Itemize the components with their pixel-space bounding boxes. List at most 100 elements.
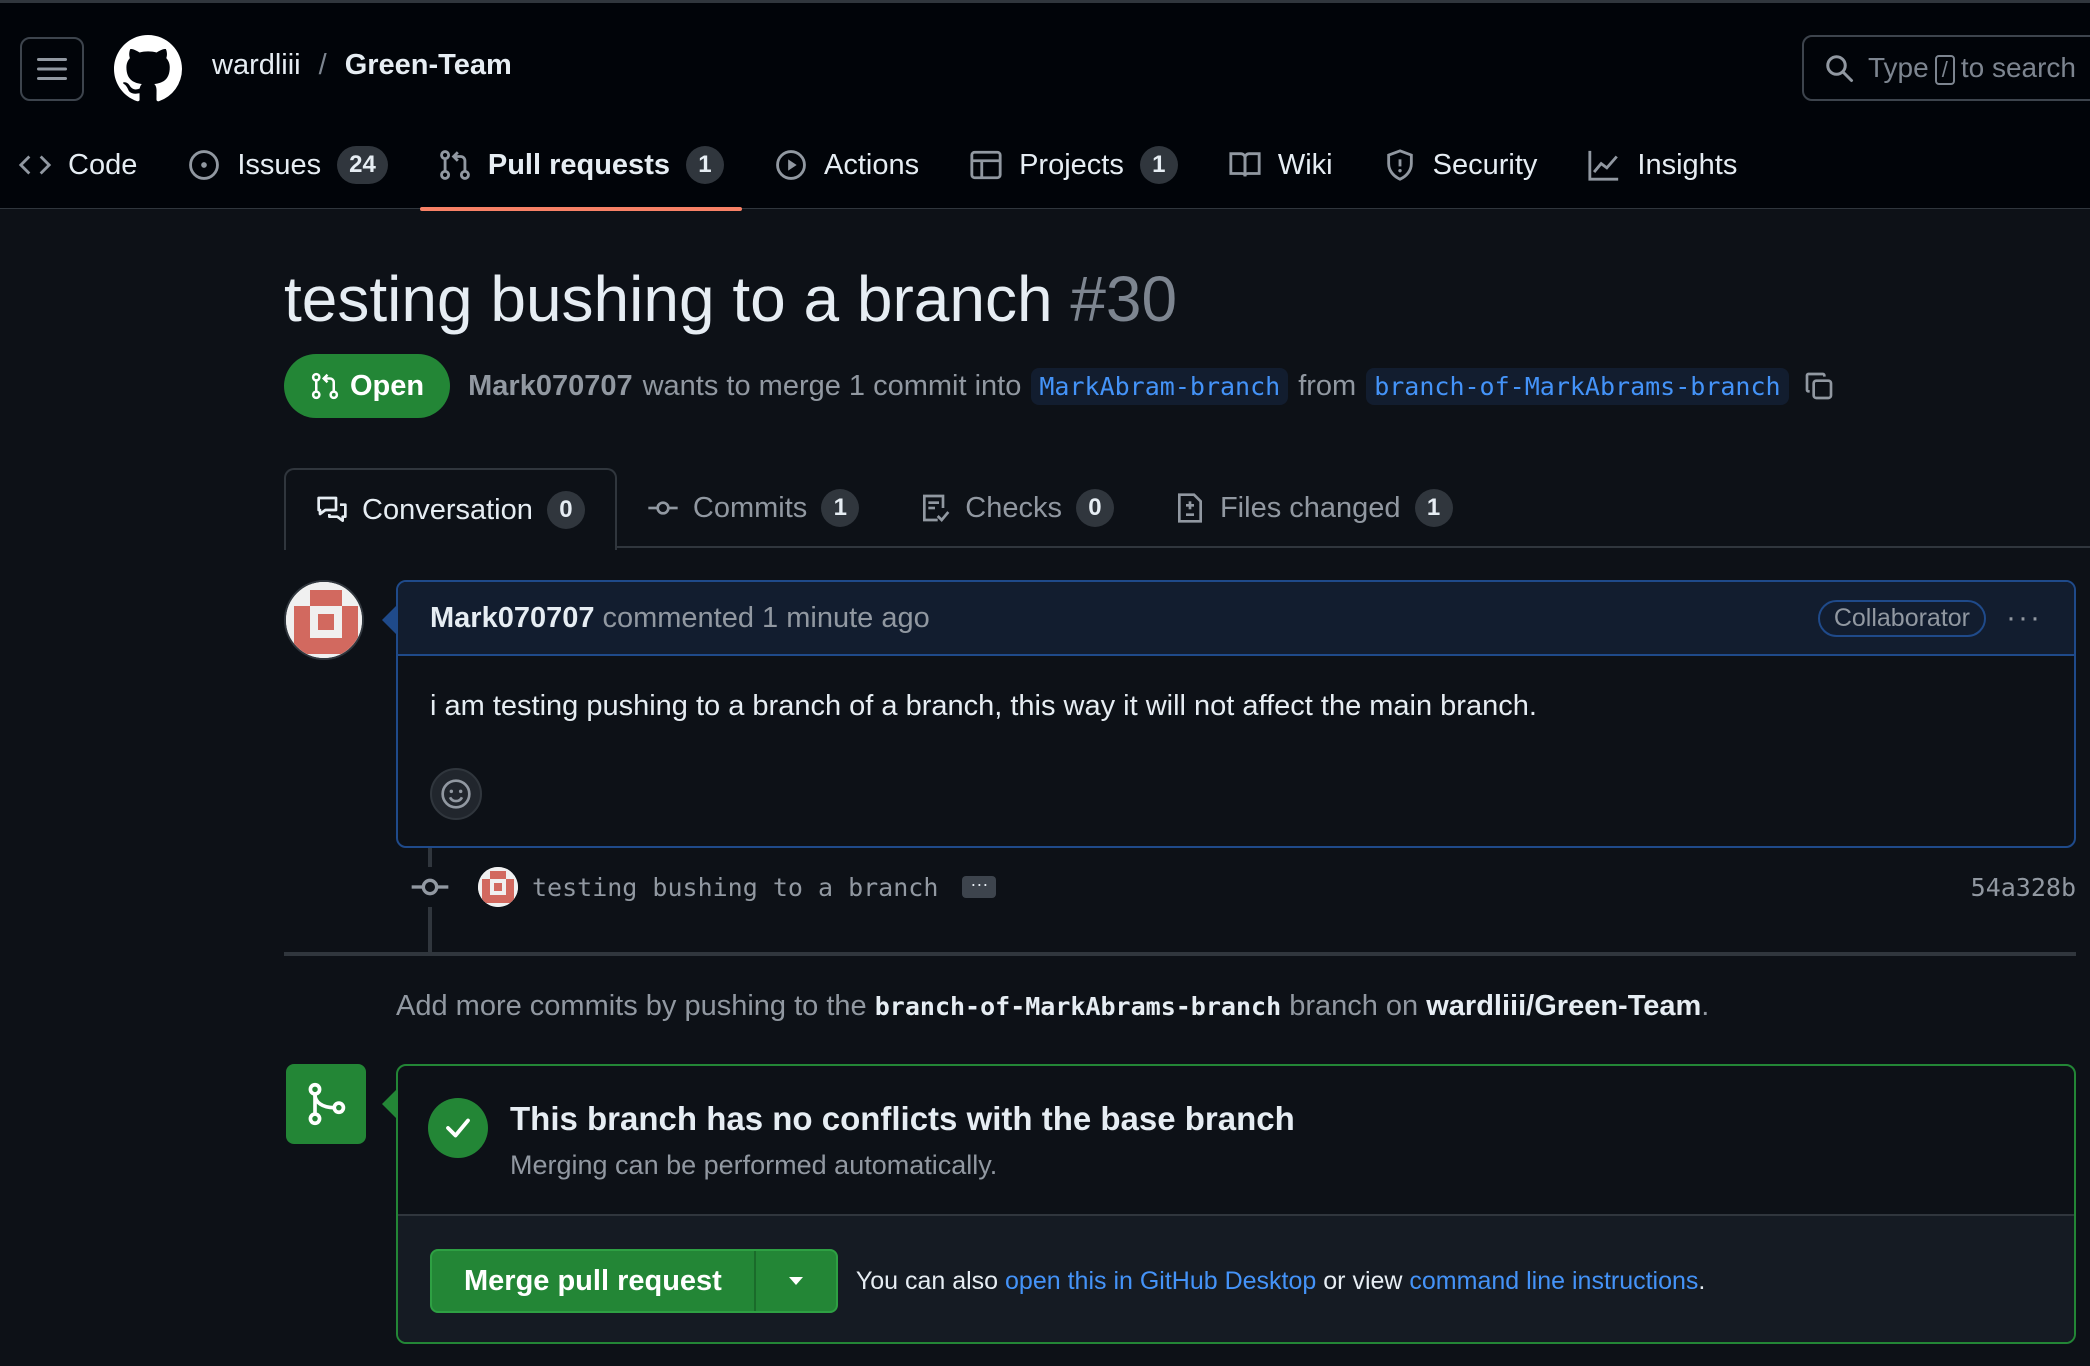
code-icon (18, 155, 52, 175)
checks-count-badge: 0 (1075, 489, 1114, 527)
shield-icon (1386, 149, 1413, 181)
tab-projects[interactable]: Projects 1 (951, 135, 1196, 195)
triangle-down-icon (788, 1277, 803, 1285)
identicon-icon (478, 867, 518, 907)
breadcrumb: wardliii / Green-Team (212, 49, 512, 82)
three-bars-icon (37, 58, 67, 80)
github-logo-icon[interactable] (114, 35, 182, 103)
copy-icon[interactable] (1803, 370, 1835, 402)
comment-options-button[interactable]: ··· (2006, 601, 2042, 635)
page-title: testing bushing to a branch #30 (284, 262, 1177, 336)
tab-conversation-label: Conversation (362, 493, 533, 526)
tab-files-changed-label: Files changed (1219, 491, 1401, 524)
tab-conversation[interactable]: Conversation 0 (284, 468, 617, 550)
merge-status-icon-box (286, 1064, 366, 1144)
merge-description: wants to merge 1 commit into (642, 369, 1022, 402)
tab-files-changed[interactable]: Files changed 1 (1144, 468, 1483, 548)
pr-title-text: testing bushing to a branch (284, 263, 1053, 335)
play-icon (776, 150, 806, 180)
git-commit-icon (648, 501, 678, 515)
pull-requests-count-badge: 1 (685, 146, 724, 184)
git-merge-icon (308, 1082, 346, 1126)
pr-author-link[interactable]: Mark070707 (468, 370, 632, 403)
status-label: Open (350, 369, 425, 402)
global-header: wardliii / Green-Team Type / to search Cod… (0, 0, 2090, 211)
issue-opened-icon (189, 150, 220, 180)
open-in-desktop-link[interactable]: open this in GitHub Desktop (1005, 1267, 1316, 1295)
merge-status-title: This branch has no conflicts with the ba… (510, 1100, 1295, 1137)
tab-commits[interactable]: Commits 1 (617, 468, 889, 548)
table-icon (970, 150, 1002, 180)
comment-discussion-icon (317, 496, 347, 522)
conversation-count-badge: 0 (546, 491, 585, 529)
file-diff-icon (1177, 493, 1202, 523)
commits-count-badge: 1 (821, 489, 860, 527)
merge-hint-prefix: You can also (855, 1266, 999, 1295)
comment-author-link[interactable]: Mark070707 (430, 602, 594, 635)
merge-caret (382, 1090, 396, 1118)
pr-tabs: Conversation 0 Commits 1 Checks 0 Files … (284, 468, 2090, 550)
commit-sha-link[interactable]: 54a328b (1971, 873, 2076, 902)
commit-author-avatar[interactable] (478, 867, 518, 907)
push-note-branch: branch-of-MarkAbrams-branch (874, 992, 1282, 1021)
add-reaction-button[interactable] (430, 768, 482, 820)
tab-actions[interactable]: Actions (756, 135, 937, 195)
search-placeholder: Type / to search (1868, 51, 2076, 85)
merge-pull-request-button[interactable]: Merge pull request (432, 1251, 754, 1311)
tab-commits-label: Commits (692, 491, 808, 524)
tab-checks[interactable]: Checks 0 (889, 468, 1144, 548)
identicon-icon (286, 582, 362, 658)
book-icon (1229, 152, 1261, 177)
tab-insights-label: Insights (1637, 148, 1738, 181)
tab-insights[interactable]: Insights (1569, 135, 1755, 195)
head-branch-link[interactable]: branch-of-MarkAbrams-branch (1366, 367, 1789, 405)
tab-wiki-label: Wiki (1277, 148, 1333, 181)
expand-commit-button[interactable]: ··· (962, 875, 997, 898)
push-note-prefix: Add more commits by pushing to the (396, 990, 867, 1022)
repo-nav: Code Issues 24 Pull requests 1 Actions P… (0, 135, 1769, 211)
tab-issues[interactable]: Issues 24 (169, 135, 406, 195)
push-note-repo: wardliii/Green-Team (1426, 990, 1702, 1022)
git-pull-request-icon (311, 372, 339, 400)
tab-wiki[interactable]: Wiki (1210, 135, 1351, 195)
tab-security-label: Security (1432, 148, 1538, 181)
merge-hint-suffix: . (1698, 1266, 1706, 1295)
from-text: from (1298, 369, 1357, 402)
merge-method-dropdown-button[interactable] (753, 1251, 836, 1311)
git-pull-request-icon (439, 150, 470, 180)
search-icon (1826, 55, 1853, 82)
tab-code[interactable]: Code (0, 135, 155, 195)
check-icon (446, 1118, 470, 1138)
tab-projects-label: Projects (1019, 148, 1124, 181)
merge-box: This branch has no conflicts with the ba… (396, 1064, 2076, 1344)
merge-status-subtitle: Merging can be performed automatically. (510, 1150, 998, 1180)
pr-meta: Open Mark070707 wants to merge 1 commit … (284, 354, 1835, 418)
tab-issues-label: Issues (237, 148, 322, 181)
tab-pull-requests[interactable]: Pull requests 1 (419, 135, 743, 211)
comment-timestamp[interactable]: commented 1 minute ago (602, 602, 929, 635)
search-input[interactable]: Type / to search (1802, 35, 2090, 101)
commit-message-link[interactable]: testing bushing to a branch (532, 873, 938, 902)
files-changed-count-badge: 1 (1414, 489, 1453, 527)
check-circle (428, 1098, 488, 1158)
projects-count-badge: 1 (1139, 146, 1178, 184)
timeline-divider (284, 952, 2076, 956)
collaborator-badge: Collaborator (1817, 599, 1987, 637)
breadcrumb-owner-link[interactable]: wardliii (212, 49, 301, 82)
command-line-instructions-link[interactable]: command line instructions (1409, 1267, 1698, 1295)
base-branch-link[interactable]: MarkAbram-branch (1031, 367, 1289, 405)
merge-hint-middle: or view (1323, 1266, 1403, 1295)
tab-checks-label: Checks (965, 491, 1062, 524)
push-note-middle: branch on (1289, 990, 1419, 1022)
avatar[interactable] (284, 580, 364, 660)
git-commit-icon (410, 867, 450, 907)
tab-code-label: Code (68, 148, 138, 181)
merge-hint: You can also open this in GitHub Desktop… (856, 1267, 1706, 1296)
timeline-commit-row: testing bushing to a branch ··· 54a328b (410, 862, 2076, 912)
merge-status: This branch has no conflicts with the ba… (398, 1066, 2074, 1216)
merge-actions: Merge pull request You can also open thi… (398, 1216, 2074, 1342)
breadcrumb-repo-link[interactable]: Green-Team (345, 49, 512, 82)
tab-security[interactable]: Security (1365, 135, 1556, 195)
checklist-icon (923, 494, 950, 522)
hamburger-menu-button[interactable] (20, 37, 84, 101)
